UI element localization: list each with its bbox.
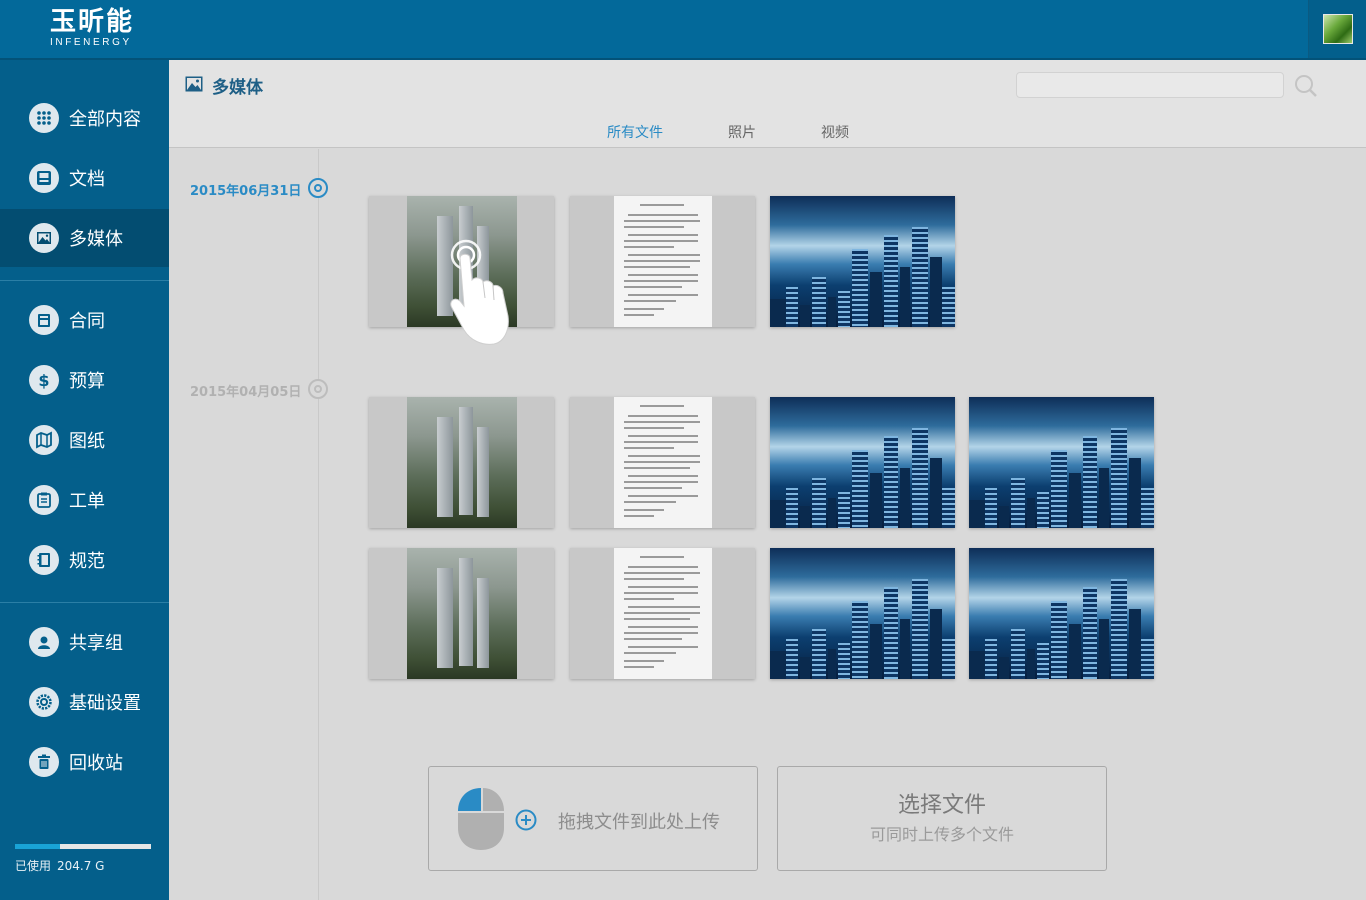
storage-usage-bar [15, 844, 151, 849]
sidebar-item-drawings[interactable]: 图纸 [0, 411, 169, 469]
media-thumbnail-document[interactable] [570, 397, 755, 528]
storage-usage-value: 204.7 G [57, 859, 105, 873]
sidebar-item-standards[interactable]: 规范 [0, 531, 169, 589]
map-icon [29, 425, 59, 455]
image-icon [185, 76, 203, 92]
storage-usage-label: 已使用 [15, 859, 52, 873]
tab-photos[interactable]: 照片 [728, 122, 756, 142]
book-icon [29, 545, 59, 575]
sidebar-item-label: 合同 [69, 311, 105, 332]
inbox-tray-icon [29, 163, 59, 193]
grid-dots-icon [29, 103, 59, 133]
plus-circle-icon [515, 809, 537, 831]
sidebar-item-label: 多媒体 [69, 229, 123, 250]
page-title: 多媒体 [212, 78, 263, 98]
sidebar-item-documents[interactable]: 文档 [0, 149, 169, 207]
sidebar: 全部内容 文档 多媒体 合同 $ 预算 图纸 工单 规范 共享组 基础设置 回收… [0, 60, 169, 900]
sidebar-divider [0, 280, 169, 281]
sidebar-item-budget[interactable]: $ 预算 [0, 351, 169, 409]
sidebar-item-label: 基础设置 [69, 693, 141, 714]
avatar [1323, 14, 1353, 44]
storage-usage-fill [15, 844, 60, 849]
drag-drop-upload-area[interactable]: 拖拽文件到此处上传 [428, 766, 758, 871]
sidebar-item-label: 工单 [69, 491, 105, 512]
brand-name: 玉昕能 [50, 7, 135, 37]
media-thumbnail-document[interactable] [570, 196, 755, 327]
sidebar-item-multimedia[interactable]: 多媒体 [0, 209, 169, 267]
media-thumbnail-city-night[interactable] [770, 196, 955, 327]
top-bar: 玉昕能 INFENERGY [0, 0, 1366, 60]
storage-usage: 已使用 204.7 G [15, 844, 151, 874]
tab-videos[interactable]: 视频 [821, 122, 849, 142]
sidebar-item-recycle-bin[interactable]: 回收站 [0, 733, 169, 791]
media-thumbnail-city-night[interactable] [770, 397, 955, 528]
timeline-marker[interactable] [308, 379, 328, 399]
select-files-button[interactable]: 选择文件 可同时上传多个文件 [777, 766, 1107, 871]
sidebar-item-label: 共享组 [69, 633, 123, 654]
user-avatar-button[interactable] [1308, 0, 1366, 58]
hand-tap-icon [450, 239, 509, 345]
sidebar-item-all-content[interactable]: 全部内容 [0, 89, 169, 147]
sidebar-item-basic-settings[interactable]: 基础设置 [0, 673, 169, 731]
timeline-marker-active[interactable] [308, 178, 328, 198]
sidebar-item-label: 文档 [69, 169, 105, 190]
media-thumbnail-building[interactable] [369, 548, 554, 679]
brand-logo[interactable]: 玉昕能 INFENERGY [50, 7, 134, 49]
printer-icon [29, 305, 59, 335]
sidebar-item-share-group[interactable]: 共享组 [0, 613, 169, 671]
image-icon [29, 223, 59, 253]
media-thumbnail-building[interactable] [369, 397, 554, 528]
user-group-icon [29, 627, 59, 657]
search-input[interactable] [1016, 72, 1284, 98]
sidebar-item-contracts[interactable]: 合同 [0, 291, 169, 349]
content-header: 多媒体 所有文件 照片 视频 [169, 60, 1366, 148]
brand-subtitle: INFENERGY [50, 37, 132, 48]
dollar-icon: $ [29, 365, 59, 395]
sidebar-item-label: 全部内容 [69, 109, 141, 130]
select-files-title: 选择文件 [897, 793, 986, 818]
sidebar-item-label: 规范 [69, 551, 105, 572]
sidebar-item-work-orders[interactable]: 工单 [0, 471, 169, 529]
timeline-date: 2015年04月05日 [190, 385, 302, 400]
sidebar-divider [0, 602, 169, 603]
sidebar-item-label: 回收站 [69, 753, 123, 774]
svg-text:$: $ [38, 371, 49, 389]
search-icon[interactable] [1293, 73, 1319, 99]
media-thumbnail-city-night[interactable] [969, 548, 1154, 679]
select-files-subtitle: 可同时上传多个文件 [869, 825, 1014, 844]
gear-icon [29, 687, 59, 717]
media-thumbnail-city-night[interactable] [770, 548, 955, 679]
clipboard-icon [29, 485, 59, 515]
drag-upload-hint: 拖拽文件到此处上传 [558, 812, 720, 833]
media-thumbnail-city-night[interactable] [969, 397, 1154, 528]
timeline-date: 2015年06月31日 [190, 184, 302, 199]
storage-usage-text: 已使用 204.7 G [15, 857, 151, 874]
mouse-icon [458, 788, 504, 850]
filter-tabs: 所有文件 照片 视频 [607, 122, 914, 142]
timeline-line [318, 149, 319, 900]
media-thumbnail-document[interactable] [570, 548, 755, 679]
trash-icon [29, 747, 59, 777]
sidebar-item-label: 图纸 [69, 431, 105, 452]
sidebar-item-label: 预算 [69, 371, 105, 392]
tab-all-files[interactable]: 所有文件 [607, 122, 663, 142]
